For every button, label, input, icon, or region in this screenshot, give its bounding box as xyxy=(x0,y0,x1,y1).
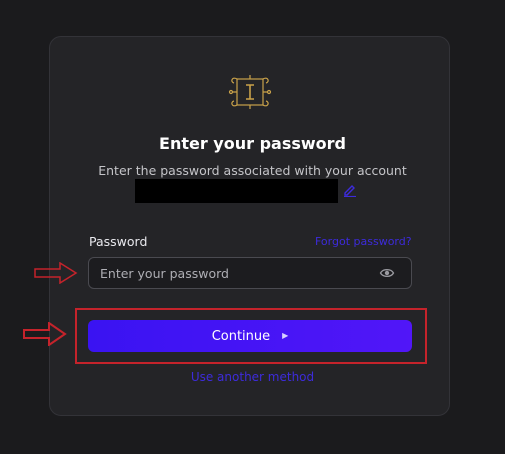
annotation-arrow-icon xyxy=(34,262,78,284)
play-icon: ▶ xyxy=(282,330,289,340)
forgot-password-link[interactable]: Forgot password? xyxy=(315,235,412,248)
page-subtitle: Enter the password associated with your … xyxy=(98,163,407,178)
continue-button-label: Continue xyxy=(211,328,271,344)
password-label: Password xyxy=(89,234,148,249)
continue-button[interactable]: Continue ▶ xyxy=(88,320,412,352)
eye-icon[interactable] xyxy=(379,265,395,281)
annotation-arrow-icon xyxy=(23,322,67,346)
password-input[interactable] xyxy=(88,257,412,289)
use-another-method-link[interactable]: Use another method xyxy=(0,370,505,384)
page-title: Enter your password xyxy=(159,134,346,153)
brand-logo-icon xyxy=(228,75,272,109)
pencil-icon[interactable] xyxy=(343,183,357,197)
redacted-email xyxy=(135,179,338,203)
